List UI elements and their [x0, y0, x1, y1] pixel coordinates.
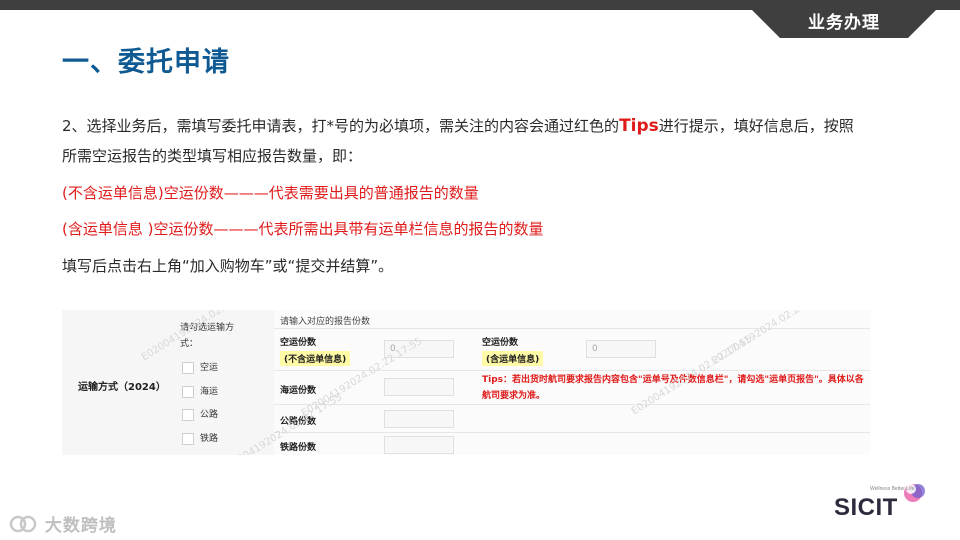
checkbox-box[interactable] — [182, 361, 194, 374]
watermark-text: 大数跨境 — [44, 516, 117, 536]
top-bar — [0, 0, 960, 10]
air-count-label-1: 空运份数 — [280, 338, 317, 348]
checkbox-label: 空运 — [200, 363, 219, 373]
sea-count-label: 海运份数 — [280, 386, 317, 396]
checkbox-label: 海运 — [200, 387, 219, 397]
checkbox-box[interactable] — [182, 432, 194, 445]
footer-watermark: 大数跨境 — [8, 511, 117, 536]
air-note-without-waybill: (不含运单信息) — [280, 351, 351, 366]
badge-label: 业务办理 — [808, 13, 880, 33]
checkbox-road[interactable]: 公路 — [182, 407, 218, 421]
checkbox-air[interactable]: 空运 — [182, 360, 218, 374]
checkbox-label: 铁路 — [200, 434, 219, 444]
logo-wordmark: SICIT — [834, 494, 898, 521]
row-divider — [274, 328, 870, 329]
instruction-text-a: 2、选择业务后，需填写委托申请表，打*号的为必填项，需关注的内容会通过红色的 — [62, 117, 620, 135]
form-screenshot: 运输方式（2024） 请勾选运输方式： 空运 海运 公路 铁路 请输入对应的报告… — [62, 310, 870, 455]
checkbox-label: 公路 — [200, 410, 219, 420]
watermark-logo-icon — [9, 515, 37, 533]
rail-count-label: 铁路份数 — [280, 443, 317, 453]
transport-mode-label: 运输方式（2024） — [78, 382, 166, 393]
submit-instruction: 填写后点击右上角“加入购物车”或“提交并结算”。 — [62, 257, 394, 275]
company-logo: Wellness Better Life SICIT — [832, 480, 932, 524]
checkbox-rail[interactable]: 铁路 — [182, 431, 218, 445]
air-without-waybill-note: (不含运单信息)空运份数———代表需要出具的普通报告的数量 — [62, 184, 479, 202]
checkbox-sea[interactable]: 海运 — [182, 384, 218, 398]
air-count-label-2: 空运份数 — [482, 338, 519, 348]
row-divider — [274, 432, 870, 433]
row-divider — [274, 404, 870, 405]
air-with-waybill-note: (含运单信息 )空运份数———代表所需出具带有运单栏信息的报告的数量 — [62, 220, 544, 238]
tips-keyword: Tips — [619, 116, 659, 136]
section-badge: 业务办理 — [752, 10, 936, 38]
road-count-input[interactable] — [384, 410, 454, 428]
sea-count-input[interactable] — [384, 378, 454, 396]
checkbox-box[interactable] — [182, 385, 194, 398]
page-title: 一、委托申请 — [62, 47, 230, 78]
logo-tagline: Wellness Better Life — [870, 486, 915, 492]
air-note-with-waybill: (含运单信息) — [482, 351, 544, 366]
air-count-input-2[interactable]: 0 — [586, 340, 656, 358]
rail-count-input[interactable] — [384, 436, 454, 454]
report-count-header: 请输入对应的报告份数 — [280, 317, 371, 327]
checkbox-box[interactable] — [182, 408, 194, 421]
instruction-paragraph: 2、选择业务后，需填写委托申请表，打*号的为必填项，需关注的内容会通过红色的Ti… — [62, 111, 862, 171]
